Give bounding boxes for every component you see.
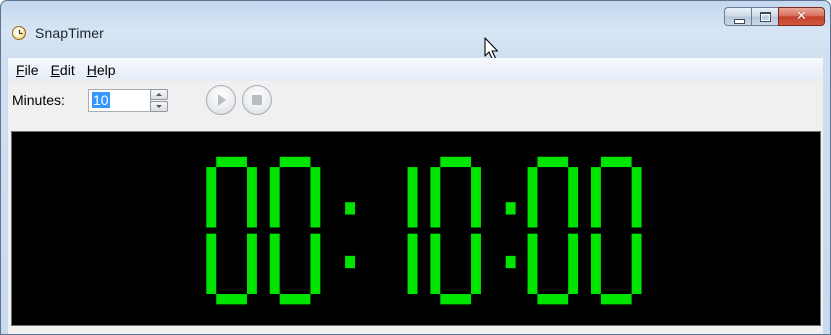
digit-0-segment [568,167,579,228]
digit-0-segment [206,233,217,295]
menu-file-rest: ile [24,61,39,78]
digit-0-segment [631,233,642,295]
menu-file-mnemonic: F [16,61,25,78]
digit-0-segment [568,233,579,295]
minimize-button[interactable] [724,7,751,26]
title-bar[interactable]: SnapTimer ✕ [1,1,830,58]
digit-0-segment [600,156,632,168]
digit-0-segment [279,156,311,168]
minimize-icon [734,19,745,24]
menu-file[interactable]: File [10,60,45,80]
minutes-spin-buttons [150,89,168,112]
minutes-label: Minutes: [12,92,65,108]
digit-0-segment [440,156,472,168]
toolbar: Minutes: 10 [8,81,823,131]
spin-down-button[interactable] [150,101,168,112]
digit-0-segment [310,233,321,295]
colon-dot [505,202,516,215]
start-button[interactable] [206,85,236,115]
digit-0-segment [310,167,321,228]
digit-0-segment [537,294,569,305]
spin-up-button[interactable] [150,89,168,100]
digit-0-segment [590,167,601,228]
menu-edit-rest: dit [59,61,75,78]
timer-digits [206,156,642,305]
digit-0-segment [527,233,538,295]
window-title: SnapTimer [35,25,104,41]
digit-0-segment [440,294,472,305]
timer-display [11,131,821,326]
digit-0-segment [246,233,257,295]
client-area: File Edit Help Minutes: 10 [8,58,823,334]
menu-help-mnemonic: H [86,61,97,78]
digit-0-segment [246,167,257,228]
timer-readout [206,156,642,305]
minutes-spinner[interactable]: 10 [88,89,173,112]
digit-1-segment [407,233,418,295]
maximize-button[interactable] [751,7,778,26]
digit-0-segment [206,167,217,228]
colon-dot [345,255,356,269]
maximize-icon [760,12,771,22]
close-button[interactable]: ✕ [778,7,825,26]
digit-0-segment [600,294,632,305]
digit-0-segment [471,167,481,228]
digit-0-segment [590,233,601,295]
digit-0-segment [216,294,247,305]
digit-0-segment [430,233,441,295]
digit-0-segment [430,167,441,228]
menu-help[interactable]: Help [81,60,122,80]
digit-0-segment [471,233,481,295]
caption-buttons: ✕ [724,7,825,27]
menu-edit-mnemonic: E [50,61,60,78]
digit-0-segment [216,156,247,168]
menu-help-rest: elp [96,61,116,78]
digit-0-segment [269,167,280,228]
stopwatch-app-icon[interactable] [12,26,26,40]
stop-button[interactable] [242,85,272,115]
digit-0-segment [269,233,280,295]
stop-icon [252,95,262,105]
digit-0-segment [537,156,569,168]
colon-dot [505,255,516,269]
minutes-input[interactable]: 10 [88,89,151,112]
minutes-value: 10 [92,92,110,108]
digit-0-segment [279,294,311,305]
digit-0-segment [631,167,642,228]
colon-dot [345,202,356,215]
close-icon: ✕ [796,9,807,24]
play-icon [218,94,226,106]
app-window: SnapTimer ✕ File Edit Help Minutes: 10 [0,0,831,335]
menu-edit[interactable]: Edit [45,60,81,80]
menu-bar: File Edit Help [8,58,823,81]
digit-1-segment [407,167,418,228]
digit-0-segment [527,167,538,228]
